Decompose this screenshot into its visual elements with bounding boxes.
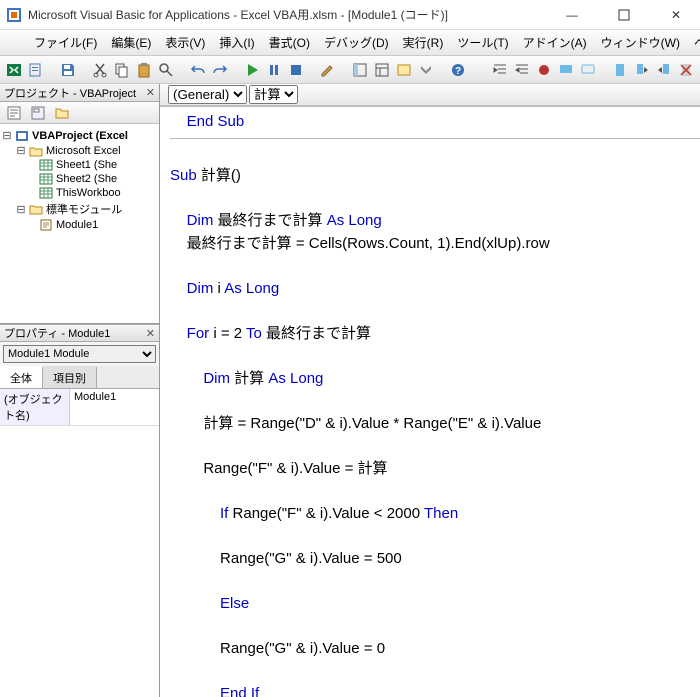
- vba-app-icon: [6, 7, 22, 23]
- folder-toggle-icon[interactable]: [52, 103, 72, 123]
- code-line: Else: [170, 595, 249, 612]
- properties-object-select[interactable]: Module1 Module: [3, 345, 156, 363]
- bookmark-clear-icon[interactable]: [678, 60, 694, 80]
- property-row[interactable]: (オブジェクト名) Module1: [0, 389, 159, 426]
- procedure-combo[interactable]: 計算: [249, 85, 298, 104]
- properties-object-combo[interactable]: Module1 Module: [3, 345, 156, 363]
- view-excel-icon[interactable]: [6, 60, 22, 80]
- code-line: Dim: [170, 212, 213, 229]
- menu-window[interactable]: ウィンドウ(W): [601, 34, 680, 51]
- design-mode-icon[interactable]: [320, 60, 336, 80]
- object-combo[interactable]: (General): [168, 85, 247, 104]
- reset-icon[interactable]: [288, 60, 304, 80]
- code-line: End If: [170, 685, 259, 697]
- break-icon[interactable]: [266, 60, 282, 80]
- tab-alphabetic[interactable]: 全体: [0, 366, 43, 388]
- tree-folder-modules[interactable]: ⊟標準モジュール: [2, 200, 157, 218]
- insert-module-icon[interactable]: [28, 60, 44, 80]
- tree-root[interactable]: ⊟VBAProject (Excel: [2, 128, 157, 143]
- tree-folder-excel[interactable]: ⊟Microsoft Excel: [2, 143, 157, 158]
- close-button[interactable]: ✕: [658, 4, 694, 26]
- properties-window-icon[interactable]: [374, 60, 390, 80]
- code-line: End Sub: [170, 113, 244, 130]
- menu-edit[interactable]: 編集(E): [111, 34, 151, 51]
- menu-view[interactable]: 表示(V): [165, 34, 205, 51]
- code-line: Dim: [170, 280, 213, 297]
- code-line: Dim: [170, 370, 230, 387]
- tab-categorized[interactable]: 項目別: [43, 366, 97, 388]
- tree-module1[interactable]: Module1: [2, 218, 157, 232]
- project-panel-close-icon[interactable]: ✕: [146, 86, 155, 99]
- indent-icon[interactable]: [492, 60, 508, 80]
- menu-file[interactable]: ファイル(F): [34, 34, 97, 51]
- paste-icon[interactable]: [136, 60, 152, 80]
- toolbox-icon[interactable]: [418, 60, 434, 80]
- uncomment-icon[interactable]: [580, 60, 596, 80]
- object-browser-icon[interactable]: [396, 60, 412, 80]
- properties-panel-title: プロパティ - Module1: [4, 325, 110, 341]
- toolbar: ?: [0, 56, 700, 84]
- menu-tools[interactable]: ツール(T): [457, 34, 508, 51]
- code-line: Range("G" & i).Value = 0: [170, 640, 385, 657]
- code-line: If: [170, 505, 228, 522]
- menubar: X ファイル(F) 編集(E) 表示(V) 挿入(I) 書式(O) デバッグ(D…: [0, 30, 700, 56]
- run-icon[interactable]: [244, 60, 260, 80]
- menu-debug[interactable]: デバッグ(D): [324, 34, 389, 51]
- project-explorer-icon[interactable]: [352, 60, 368, 80]
- code-line: Range("G" & i).Value = 500: [170, 550, 402, 567]
- properties-panel-header: プロパティ - Module1 ✕: [0, 324, 159, 342]
- code-line: 最終行まで計算 = Cells(Rows.Count, 1).End(xlUp)…: [170, 235, 550, 252]
- properties-panel-close-icon[interactable]: ✕: [146, 327, 155, 340]
- outdent-icon[interactable]: [514, 60, 530, 80]
- property-name: (オブジェクト名): [0, 389, 70, 425]
- view-object-icon[interactable]: [28, 103, 48, 123]
- menu-addin[interactable]: アドイン(A): [523, 34, 587, 51]
- save-icon[interactable]: [60, 60, 76, 80]
- code-line: Range("F" & i).Value = 計算: [170, 460, 388, 477]
- redo-icon[interactable]: [212, 60, 228, 80]
- code-pane[interactable]: End Sub Sub 計算() Dim 最終行まで計算 As Long 最終行…: [160, 106, 700, 697]
- tree-sheet1[interactable]: Sheet1 (She: [2, 158, 157, 172]
- cut-icon[interactable]: [92, 60, 108, 80]
- menu-format[interactable]: 書式(O): [269, 34, 310, 51]
- tree-workbook[interactable]: ThisWorkboo: [2, 186, 157, 200]
- tree-sheet2[interactable]: Sheet2 (She: [2, 172, 157, 186]
- code-editor: (General) 計算 End Sub Sub 計算() Dim 最終行まで計…: [160, 84, 700, 697]
- titlebar: Microsoft Visual Basic for Applications …: [0, 0, 700, 30]
- find-icon[interactable]: [158, 60, 174, 80]
- project-tree[interactable]: ⊟VBAProject (Excel ⊟Microsoft Excel Shee…: [0, 124, 159, 324]
- bookmark-toggle-icon[interactable]: [612, 60, 628, 80]
- property-value[interactable]: Module1: [70, 389, 159, 425]
- project-panel-toolbar: [0, 102, 159, 124]
- bookmark-next-icon[interactable]: [634, 60, 650, 80]
- code-line: For: [170, 325, 209, 342]
- menu-help[interactable]: ヘルプ(H): [694, 34, 700, 51]
- code-line: 計算 = Range("D" & i).Value * Range("E" & …: [170, 415, 541, 432]
- help-icon[interactable]: ?: [450, 60, 466, 80]
- project-panel-title: プロジェクト - VBAProject: [4, 85, 136, 101]
- svg-text:?: ?: [455, 66, 461, 77]
- undo-icon[interactable]: [190, 60, 206, 80]
- main-area: プロジェクト - VBAProject ✕ ⊟VBAProject (Excel…: [0, 84, 700, 697]
- copy-icon[interactable]: [114, 60, 130, 80]
- left-panel: プロジェクト - VBAProject ✕ ⊟VBAProject (Excel…: [0, 84, 160, 697]
- comment-icon[interactable]: [558, 60, 574, 80]
- code-line: Sub: [170, 167, 197, 184]
- window-buttons: — ✕: [554, 4, 694, 26]
- properties-grid[interactable]: (オブジェクト名) Module1: [0, 389, 159, 697]
- menu-insert[interactable]: 挿入(I): [219, 34, 254, 51]
- minimize-button[interactable]: —: [554, 4, 590, 26]
- properties-tabs: 全体 項目別: [0, 366, 159, 389]
- maximize-button[interactable]: [606, 4, 642, 26]
- menu-run[interactable]: 実行(R): [403, 34, 444, 51]
- breakpoint-icon[interactable]: [536, 60, 552, 80]
- bookmark-prev-icon[interactable]: [656, 60, 672, 80]
- project-panel-header: プロジェクト - VBAProject ✕: [0, 84, 159, 102]
- editor-combo-row: (General) 計算: [160, 84, 700, 106]
- window-title: Microsoft Visual Basic for Applications …: [28, 6, 554, 23]
- view-code-icon[interactable]: [4, 103, 24, 123]
